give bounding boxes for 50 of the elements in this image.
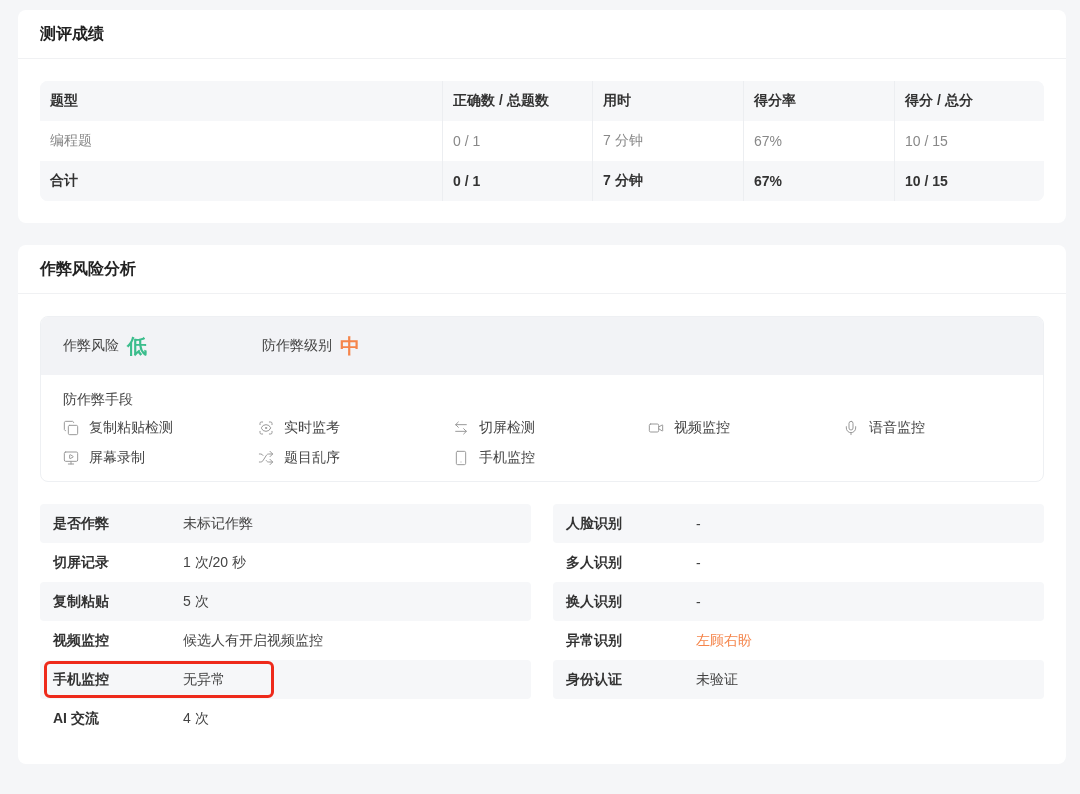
table-cell: 0 / 1 bbox=[442, 121, 592, 161]
detail-label: 手机监控 bbox=[53, 670, 110, 689]
detail-label: 人脸识别 bbox=[566, 514, 623, 533]
table-cell: 7 分钟 bbox=[592, 121, 743, 161]
summary-label: 防作弊级别 bbox=[262, 337, 332, 355]
swap-icon bbox=[453, 420, 469, 436]
detail-value: - bbox=[696, 554, 701, 571]
detail-label: 视频监控 bbox=[53, 631, 110, 650]
detail-value: 候选人有开启视频监控 bbox=[183, 631, 323, 650]
method-label: 语音监控 bbox=[869, 419, 925, 437]
detail-value: - bbox=[696, 515, 701, 532]
method-label: 切屏检测 bbox=[479, 419, 535, 437]
detail-label: AI 交流 bbox=[53, 709, 100, 728]
detail-label: 复制粘贴 bbox=[53, 592, 110, 611]
detail-value: 未验证 bbox=[696, 670, 738, 689]
detail-value: 1 次/20 秒 bbox=[183, 553, 247, 572]
method-label: 题目乱序 bbox=[284, 449, 340, 467]
detail-value: 左顾右盼 bbox=[696, 631, 752, 650]
eye-icon bbox=[258, 420, 274, 436]
shuffle-icon bbox=[258, 450, 274, 466]
method-label: 视频监控 bbox=[674, 419, 730, 437]
table-cell: 67% bbox=[743, 121, 894, 161]
card-title: 作弊风险分析 bbox=[40, 258, 136, 279]
method-label: 复制粘贴检测 bbox=[89, 419, 173, 437]
method-label: 手机监控 bbox=[479, 449, 535, 467]
method-label: 屏幕录制 bbox=[89, 449, 145, 467]
summary-value: 中 bbox=[340, 333, 360, 359]
detail-label: 是否作弊 bbox=[53, 514, 110, 533]
summary-value: 低 bbox=[127, 333, 147, 359]
detail-value: 未标记作弊 bbox=[183, 514, 253, 533]
method-label: 实时监考 bbox=[284, 419, 340, 437]
phone-icon bbox=[453, 450, 469, 466]
detail-value: 5 次 bbox=[183, 592, 209, 611]
card-title: 测评成绩 bbox=[40, 23, 104, 44]
video-camera-icon bbox=[648, 420, 664, 436]
play-screen-icon bbox=[63, 450, 79, 466]
detail-value: - bbox=[696, 593, 701, 610]
microphone-icon bbox=[843, 420, 859, 436]
copy-icon bbox=[63, 420, 79, 436]
detail-value: 4 次 bbox=[183, 709, 209, 728]
detail-label: 身份认证 bbox=[566, 670, 623, 689]
detail-label: 异常识别 bbox=[566, 631, 623, 650]
summary-label: 作弊风险 bbox=[63, 337, 119, 355]
detail-label: 多人识别 bbox=[566, 553, 623, 572]
detail-label: 换人识别 bbox=[566, 592, 623, 611]
detail-label: 切屏记录 bbox=[53, 553, 110, 572]
table-cell: 10 / 15 bbox=[894, 121, 1044, 161]
table-cell: 编程题 bbox=[40, 121, 442, 161]
detail-value: 无异常 bbox=[183, 670, 225, 689]
methods-title: 防作弊手段 bbox=[63, 391, 134, 409]
